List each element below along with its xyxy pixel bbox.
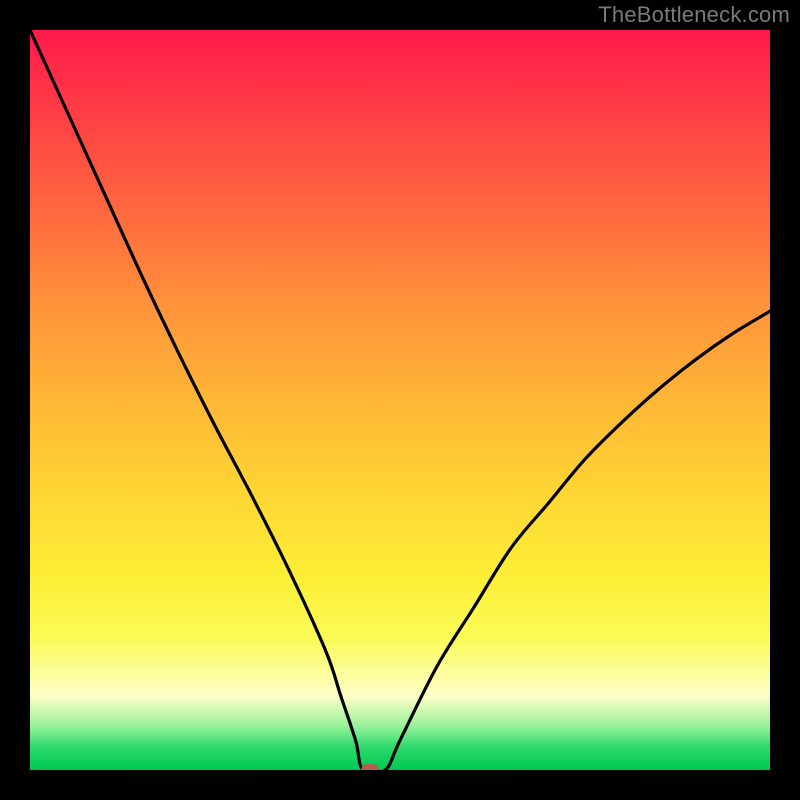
chart-frame: TheBottleneck.com	[0, 0, 800, 800]
curve-layer	[30, 30, 770, 770]
optimal-point-marker	[361, 764, 379, 770]
watermark-text: TheBottleneck.com	[598, 2, 790, 28]
plot-area	[30, 30, 770, 770]
bottleneck-curve	[30, 30, 770, 770]
